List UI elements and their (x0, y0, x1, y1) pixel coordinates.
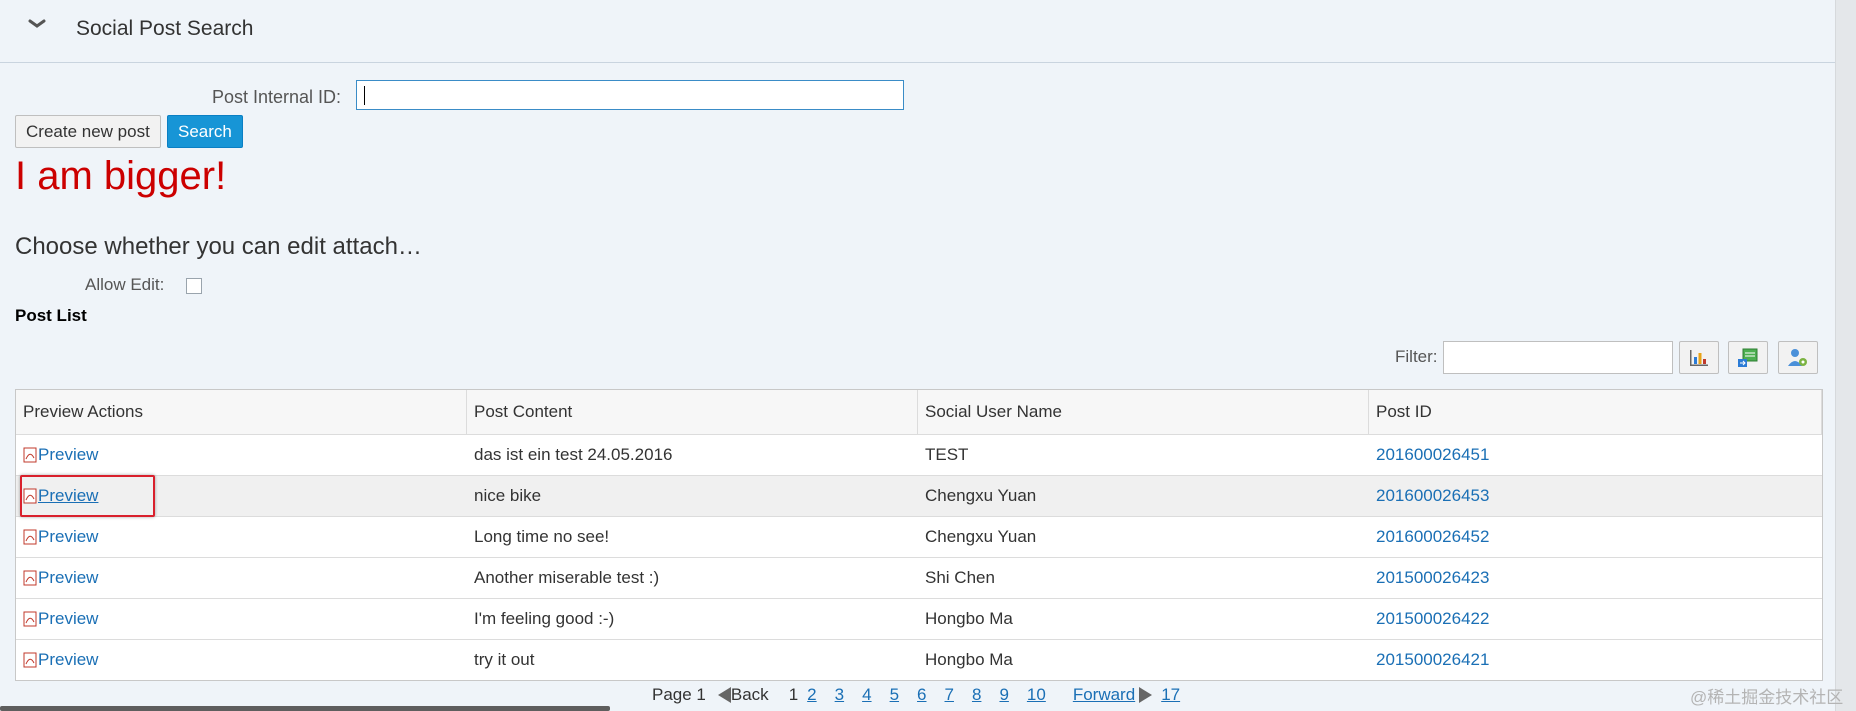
post-content-cell: Long time no see! (474, 527, 610, 546)
page-link-8[interactable]: 8 (972, 685, 981, 705)
preview-link[interactable]: Preview (38, 445, 98, 465)
table-row[interactable]: Preview nice bike Chengxu Yuan 201600026… (16, 475, 1822, 516)
page-link-10[interactable]: 10 (1027, 685, 1046, 705)
post-id-link[interactable]: 201500026422 (1369, 599, 1822, 639)
pagination: Page 1 Back 1 2 3 4 5 6 7 8 9 10 Forward… (652, 685, 1189, 705)
back-button[interactable]: Back (731, 685, 769, 705)
forward-arrow-icon[interactable] (1139, 687, 1153, 703)
attach-title: Choose whether you can edit attach… (15, 233, 422, 260)
post-content-cell: I'm feeling good :-) (474, 609, 615, 628)
settings-button[interactable] (1778, 341, 1818, 374)
chart-button[interactable] (1679, 341, 1719, 374)
preview-cell: Preview (16, 558, 467, 598)
preview-link[interactable]: Preview (38, 527, 98, 547)
post-id-link[interactable]: 201500026421 (1369, 640, 1822, 680)
horizontal-scrollbar[interactable] (0, 706, 610, 711)
table-row[interactable]: Preview Long time no see! Chengxu Yuan 2… (16, 516, 1822, 557)
last-page-link[interactable]: 17 (1161, 685, 1180, 705)
page-indicator: Page 1 (652, 685, 706, 704)
page-link-9[interactable]: 9 (999, 685, 1008, 705)
vertical-scrollbar[interactable] (1835, 0, 1856, 711)
export-button[interactable] (1728, 341, 1768, 374)
post-content-cell: try it out (474, 650, 535, 669)
table-row[interactable]: Preview try it out Hongbo Ma 20150002642… (16, 639, 1822, 680)
column-header-preview-actions[interactable]: Preview Actions (16, 390, 467, 434)
page-title: Social Post Search (76, 17, 254, 40)
post-content-cell: nice bike (474, 486, 542, 505)
page-link-6[interactable]: 6 (917, 685, 926, 705)
export-icon (1738, 348, 1758, 367)
preview-cell: Preview (16, 517, 467, 557)
user-name-cell: TEST (925, 445, 969, 464)
post-id-link[interactable]: 201500026423 (1369, 558, 1822, 598)
user-name-cell: Shi Chen (925, 568, 995, 587)
page-link-2[interactable]: 2 (807, 685, 816, 705)
page-link-3[interactable]: 3 (835, 685, 844, 705)
current-page: 1 (788, 685, 799, 704)
preview-cell: Preview (16, 640, 467, 680)
allow-edit-checkbox[interactable] (186, 278, 202, 294)
user-settings-icon (1788, 348, 1807, 366)
page-link-7[interactable]: 7 (945, 685, 954, 705)
post-id-label: Post Internal ID: (212, 87, 342, 107)
text-caret (364, 86, 365, 105)
pdf-icon (23, 447, 37, 463)
pdf-icon (23, 570, 37, 586)
page-link-5[interactable]: 5 (890, 685, 899, 705)
column-header-post-id[interactable]: Post ID (1369, 390, 1822, 434)
page-link-4[interactable]: 4 (862, 685, 871, 705)
highlight-box (20, 475, 155, 517)
preview-link[interactable]: Preview (38, 609, 98, 629)
watermark: @稀土掘金技术社区 (1690, 688, 1844, 707)
forward-button[interactable]: Forward (1073, 685, 1135, 705)
pdf-icon (23, 529, 37, 545)
chevron-down-icon[interactable] (26, 16, 48, 32)
pdf-icon (23, 611, 37, 627)
column-header-social-user-name[interactable]: Social User Name (918, 390, 1369, 434)
user-name-cell: Hongbo Ma (925, 650, 1013, 669)
user-name-cell: Chengxu Yuan (925, 486, 1037, 505)
filter-input[interactable] (1443, 341, 1673, 374)
page-header: Social Post Search (0, 0, 1836, 63)
post-id-link[interactable]: 201600026451 (1369, 435, 1822, 475)
post-id-link[interactable]: 201600026452 (1369, 517, 1822, 557)
table-row[interactable]: Preview das ist ein test 24.05.2016 TEST… (16, 434, 1822, 475)
post-content-cell: Another miserable test :) (474, 568, 660, 587)
table-header-row: Preview Actions Post Content Social User… (16, 390, 1822, 434)
post-content-cell: das ist ein test 24.05.2016 (474, 445, 673, 464)
pdf-icon (23, 652, 37, 668)
table-row[interactable]: Preview I'm feeling good :-) Hongbo Ma 2… (16, 598, 1822, 639)
create-post-button[interactable]: Create new post (15, 115, 161, 148)
user-name-cell: Hongbo Ma (925, 609, 1013, 628)
column-header-post-content[interactable]: Post Content (467, 390, 918, 434)
post-table: Preview Actions Post Content Social User… (15, 389, 1823, 681)
preview-link[interactable]: Preview (38, 650, 98, 670)
allow-edit-label: Allow Edit: (85, 275, 165, 294)
search-button[interactable]: Search (167, 115, 243, 148)
banner-text: I am bigger! (15, 154, 227, 198)
preview-cell: Preview (16, 435, 467, 475)
preview-cell: Preview (16, 599, 467, 639)
post-id-link[interactable]: 201600026453 (1369, 476, 1822, 516)
back-arrow-icon[interactable] (717, 687, 731, 703)
bar-chart-icon (1690, 349, 1708, 366)
post-list-title: Post List (15, 306, 87, 325)
table-row[interactable]: Preview Another miserable test :) Shi Ch… (16, 557, 1822, 598)
filter-label: Filter: (1395, 347, 1438, 366)
user-name-cell: Chengxu Yuan (925, 527, 1037, 546)
post-id-input[interactable] (356, 80, 904, 110)
preview-link[interactable]: Preview (38, 568, 98, 588)
